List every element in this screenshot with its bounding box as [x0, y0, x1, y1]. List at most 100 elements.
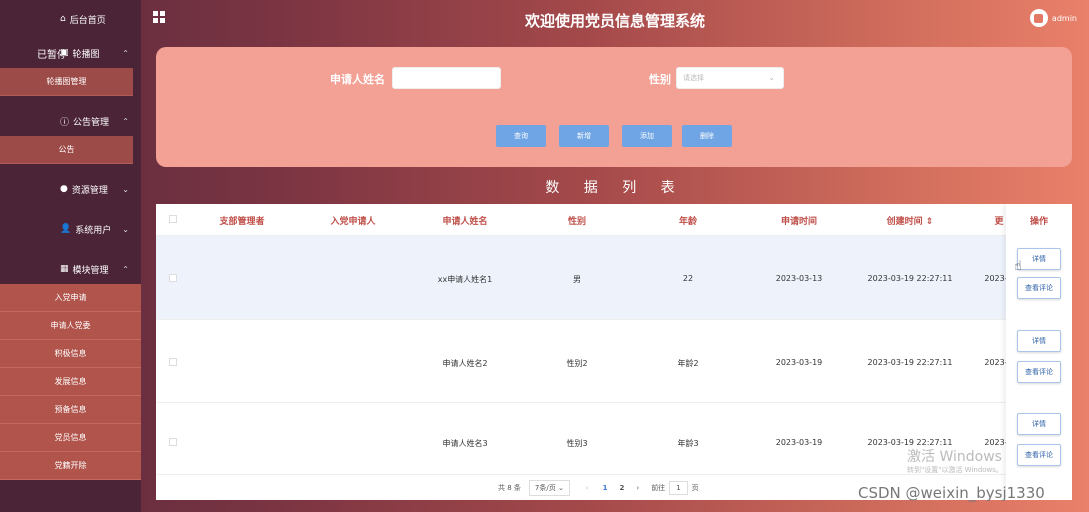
- select-all-checkbox[interactable]: [169, 215, 177, 223]
- sidebar-group-system-label: 系统用户: [75, 225, 112, 236]
- page-number-2[interactable]: 2: [620, 484, 625, 492]
- view-comments-button[interactable]: 查看评论: [1017, 277, 1061, 299]
- sidebar-item-module-4[interactable]: 预备信息: [0, 396, 141, 424]
- windows-activation-hint: 转到"设置"以激活 Windows。: [907, 466, 1003, 474]
- sidebar-item-carousel-manage[interactable]: 轮播图管理: [0, 68, 133, 96]
- cell-age: 年龄2: [677, 359, 699, 368]
- sidebar-item-module-2[interactable]: 积极信息: [0, 340, 141, 368]
- cell-created-time: 2023-03-19 22:27:11: [867, 358, 953, 367]
- row-checkbox[interactable]: [169, 438, 177, 446]
- page-number-1[interactable]: 1: [603, 484, 608, 492]
- chevron-up-icon: ⌃: [122, 264, 129, 274]
- goto-page-input[interactable]: 1: [669, 481, 688, 495]
- paused-overlay-text: 已暂停: [37, 50, 67, 61]
- column-header-branch-manager: 支部管理者: [219, 217, 265, 227]
- location-icon: ●: [60, 184, 68, 194]
- operations-column: 操作 详情 查看评论 详情 查看评论 详情 查看评论: [1006, 204, 1072, 500]
- chevron-down-icon: ⌄: [122, 184, 129, 194]
- sidebar-item-module-3[interactable]: 发展信息: [0, 368, 141, 396]
- row-checkbox[interactable]: [169, 274, 177, 282]
- name-search-input[interactable]: [392, 67, 501, 89]
- sidebar-item-module-6[interactable]: 党籍开除: [0, 452, 141, 480]
- gender-label: 性别: [649, 73, 671, 86]
- system-title: 欢迎使用党员信息管理系统: [524, 12, 705, 30]
- user-menu[interactable]: admin: [1029, 9, 1077, 27]
- page-size-select[interactable]: 7条/页 ⌄: [528, 480, 570, 496]
- sidebar-home-label: 后台首页: [69, 15, 106, 26]
- view-comments-button[interactable]: 查看评论: [1017, 361, 1061, 383]
- sidebar-item-module-5[interactable]: 党员信息: [0, 424, 141, 452]
- column-header-created-time[interactable]: 创建时间 ⇕: [887, 214, 934, 227]
- detail-button[interactable]: 详情: [1017, 413, 1061, 435]
- chevron-up-icon: ⌃: [122, 116, 129, 126]
- query-button[interactable]: 查询: [496, 125, 546, 147]
- top-header: 欢迎使用党员信息管理系统 admin: [141, 0, 1089, 38]
- cell-gender: 性别3: [566, 439, 588, 448]
- new-button[interactable]: 新增: [559, 125, 609, 147]
- cell-applicant-name: 申请人姓名2: [442, 359, 488, 368]
- search-panel: 申请人姓名 性别 请选择 ⌄ 查询 新增 添加 删除: [156, 47, 1072, 167]
- chevron-up-icon: ⌃: [122, 48, 129, 58]
- sidebar-group-resource-label: 资源管理: [71, 185, 108, 196]
- chevron-down-icon: ⌄: [768, 73, 775, 82]
- column-header-update: 更: [994, 217, 1004, 227]
- cell-created-time: 2023-03-19 22:27:11: [867, 274, 953, 283]
- cell-apply-time: 2023-03-19: [775, 358, 823, 367]
- prev-page-button[interactable]: ‹: [586, 484, 589, 492]
- next-page-button[interactable]: ›: [636, 484, 639, 492]
- hand-cursor-icon: ☝: [1014, 259, 1022, 274]
- table-header: 支部管理者 入党申请人 申请人姓名 性别 年龄 申请时间 创建时间 ⇕ 更: [156, 204, 1072, 236]
- home-icon: ⌂: [60, 14, 66, 24]
- view-comments-button[interactable]: 查看评论: [1017, 444, 1061, 466]
- sidebar-group-resource[interactable]: ● 资源管理 ⌄: [0, 174, 141, 204]
- sidebar-group-notice[interactable]: ⓘ 公告管理 ⌃: [0, 106, 141, 136]
- sidebar-group-carousel[interactable]: ▣ 轮播图 ⌃: [0, 38, 141, 68]
- sidebar-item-home[interactable]: ⌂ 后台首页: [0, 0, 141, 38]
- sidebar-item-module-0[interactable]: 入党申请: [0, 284, 141, 312]
- name-label: 申请人姓名: [330, 73, 385, 86]
- cell-age: 年龄3: [677, 439, 699, 448]
- windows-activation-watermark: 激活 Windows: [907, 449, 1002, 465]
- column-header-operations: 操作: [1029, 217, 1049, 227]
- user-icon: 👤: [60, 224, 72, 234]
- cell-gender: 男: [573, 275, 581, 284]
- goto-label: 前往: [651, 484, 666, 492]
- pagination: 共 8 条 7条/页 ⌄ ‹ 1 2 › 前往 1 页: [498, 478, 699, 498]
- pagination-total: 共 8 条: [498, 484, 521, 492]
- column-header-age: 年龄: [678, 217, 698, 227]
- column-header-gender: 性别: [567, 217, 587, 227]
- username: admin: [1051, 13, 1077, 23]
- cell-apply-time: 2023-03-13: [775, 274, 823, 283]
- chevron-down-icon: ⌄: [122, 224, 129, 234]
- table-row: 申请人姓名2 性别2 年龄2 2023-03-19 2023-03-19 22:…: [156, 320, 1072, 403]
- cell-age: 22: [682, 274, 694, 283]
- gender-select[interactable]: 请选择 ⌄: [676, 67, 784, 89]
- sidebar-group-module-label: 模块管理: [72, 265, 109, 276]
- cell-apply-time: 2023-03-19: [775, 438, 823, 447]
- sidebar: ⌂ 后台首页 ▣ 轮播图 ⌃ 轮播图管理 ⓘ 公告管理 ⌃ 公告 ● 资源管理 …: [0, 0, 141, 512]
- grid-icon: ▦: [60, 264, 69, 274]
- sidebar-group-system[interactable]: 👤 系统用户 ⌄: [0, 214, 141, 244]
- cell-gender: 性别2: [566, 359, 588, 368]
- sidebar-group-carousel-label: 轮播图: [72, 49, 100, 60]
- cell-update-time: 2023-: [984, 358, 1008, 367]
- gender-select-placeholder: 请选择: [683, 74, 704, 82]
- sidebar-group-module[interactable]: ▦ 模块管理 ⌃: [0, 254, 141, 284]
- sidebar-item-module-1[interactable]: 申请人党委: [0, 312, 141, 340]
- sidebar-group-notice-label: 公告管理: [73, 117, 110, 128]
- sidebar-item-notice[interactable]: 公告: [0, 136, 133, 164]
- row-checkbox[interactable]: [169, 358, 177, 366]
- page-unit-label: 页: [691, 484, 699, 492]
- detail-button[interactable]: 详情: [1017, 248, 1061, 270]
- cell-update-time: 2023-: [984, 274, 1008, 283]
- csdn-watermark: CSDN @weixin_bysj1330: [858, 484, 1045, 502]
- avatar: [1029, 9, 1048, 27]
- detail-button[interactable]: 详情: [1017, 330, 1061, 352]
- info-icon: ⓘ: [60, 117, 70, 128]
- cell-applicant-name: 申请人姓名3: [442, 439, 488, 448]
- delete-button[interactable]: 删除: [682, 125, 732, 147]
- cell-applicant-name: xx申请人姓名1: [437, 275, 493, 284]
- column-header-applicant-name: 申请人姓名: [442, 217, 488, 227]
- add-button[interactable]: 添加: [622, 125, 672, 147]
- list-title: 数 据 列 表: [545, 180, 685, 196]
